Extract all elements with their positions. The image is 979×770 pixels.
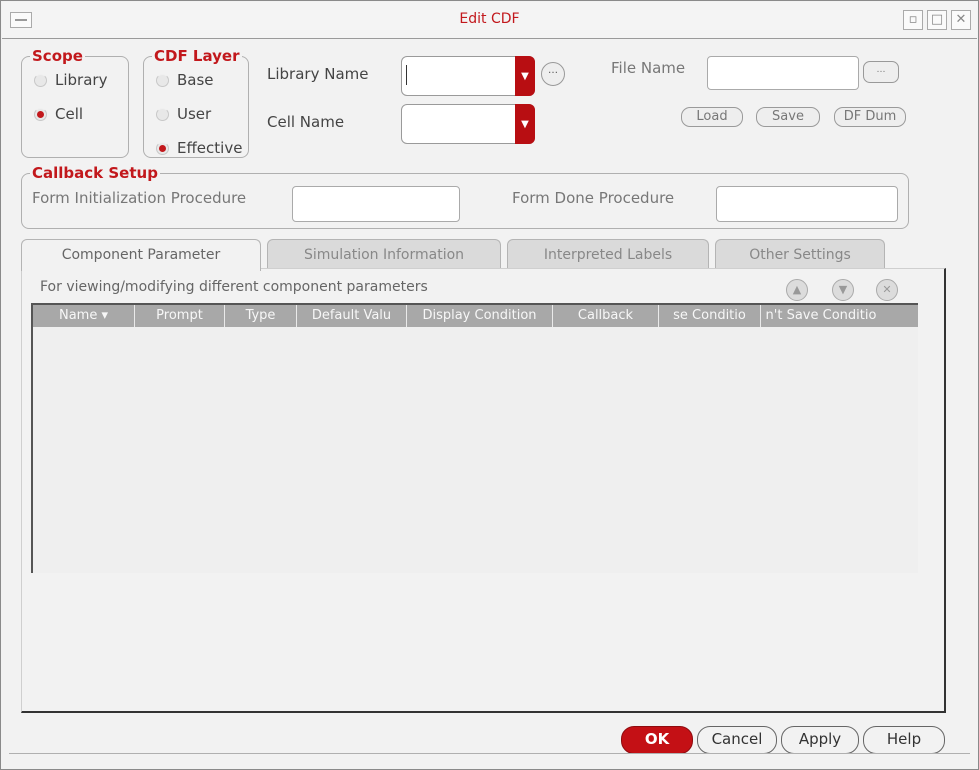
load-button[interactable]: Load [681, 107, 743, 127]
callback-setup-group: Callback Setup Form Initialization Proce… [21, 164, 909, 229]
column-header-callback[interactable]: Callback [553, 305, 659, 327]
move-up-icon[interactable]: ▲ [786, 279, 808, 301]
footer-divider [9, 753, 970, 754]
panel-description: For viewing/modifying different componen… [40, 279, 428, 295]
library-name-combo[interactable]: ▼ [401, 56, 535, 96]
text-cursor [406, 65, 407, 85]
ok-button[interactable]: OK [621, 726, 693, 754]
scope-library-radio[interactable]: Library [34, 71, 107, 89]
radio-indicator [34, 73, 47, 87]
scope-cell-label: Cell [55, 105, 84, 123]
edit-cdf-window: Edit CDF ▫ □ ✕ Scope Library Cell CDF La… [0, 0, 979, 770]
column-header-use-condition[interactable]: se Conditio [659, 305, 761, 327]
dropdown-arrow-icon[interactable]: ▼ [515, 56, 535, 96]
column-header-dont-save-condition[interactable]: n't Save Conditio [761, 305, 881, 327]
tab-simulation-information[interactable]: Simulation Information [267, 239, 501, 270]
column-header-display-condition[interactable]: Display Condition [407, 305, 553, 327]
table-header: Name ▾ Prompt Type Default Valu Display … [33, 305, 918, 327]
file-browse-button[interactable]: … [863, 61, 899, 83]
cancel-button[interactable]: Cancel [697, 726, 777, 754]
parameter-table[interactable]: Name ▾ Prompt Type Default Valu Display … [31, 303, 918, 573]
tab-component-parameter[interactable]: Component Parameter [21, 239, 261, 271]
radio-indicator [34, 107, 47, 121]
effective-label: Effective [177, 139, 243, 157]
cdf-layer-title: CDF Layer [152, 47, 242, 65]
radio-indicator [156, 73, 169, 87]
column-header-prompt[interactable]: Prompt [135, 305, 225, 327]
cdf-layer-user-radio[interactable]: User [156, 105, 211, 123]
help-button[interactable]: Help [863, 726, 945, 754]
dropdown-arrow-icon[interactable]: ▼ [515, 104, 535, 144]
title-bar[interactable]: Edit CDF ▫ □ ✕ [2, 2, 977, 39]
file-name-label: File Name [611, 59, 686, 77]
tab-interpreted-labels[interactable]: Interpreted Labels [507, 239, 709, 270]
cell-name-label: Cell Name [267, 113, 345, 131]
library-browse-button[interactable]: … [541, 62, 565, 86]
scope-group: Scope Library Cell [21, 47, 129, 158]
base-label: Base [177, 71, 214, 89]
radio-indicator [156, 107, 169, 121]
delete-icon[interactable]: ✕ [876, 279, 898, 301]
component-parameter-panel: For viewing/modifying different componen… [21, 268, 946, 713]
save-button[interactable]: Save [756, 107, 820, 127]
init-procedure-label: Form Initialization Procedure [32, 189, 247, 207]
cdf-layer-effective-radio[interactable]: Effective [156, 139, 242, 157]
close-icon[interactable]: ✕ [951, 10, 971, 30]
column-header-name[interactable]: Name ▾ [33, 305, 135, 327]
scope-library-label: Library [55, 71, 108, 89]
window-title: Edit CDF [459, 11, 520, 27]
column-header-type[interactable]: Type [225, 305, 297, 327]
column-header-default-value[interactable]: Default Valu [297, 305, 407, 327]
scope-cell-radio[interactable]: Cell [34, 105, 83, 123]
done-procedure-field[interactable] [716, 186, 898, 222]
cdf-dump-button[interactable]: DF Dum [834, 107, 906, 127]
user-label: User [177, 105, 212, 123]
maximize-icon[interactable]: □ [927, 10, 947, 30]
file-name-field[interactable] [707, 56, 859, 90]
cell-name-combo[interactable]: ▼ [401, 104, 535, 144]
callback-setup-title: Callback Setup [30, 164, 160, 182]
done-procedure-label: Form Done Procedure [512, 189, 675, 207]
tab-other-settings[interactable]: Other Settings [715, 239, 885, 270]
scope-title: Scope [30, 47, 85, 65]
cdf-layer-group: CDF Layer Base User Effective [143, 47, 249, 158]
radio-indicator [156, 141, 169, 155]
apply-button[interactable]: Apply [781, 726, 859, 754]
library-name-label: Library Name [267, 65, 369, 83]
cdf-layer-base-radio[interactable]: Base [156, 71, 214, 89]
init-procedure-field[interactable] [292, 186, 460, 222]
move-down-icon[interactable]: ▼ [832, 279, 854, 301]
minimize-icon[interactable]: ▫ [903, 10, 923, 30]
